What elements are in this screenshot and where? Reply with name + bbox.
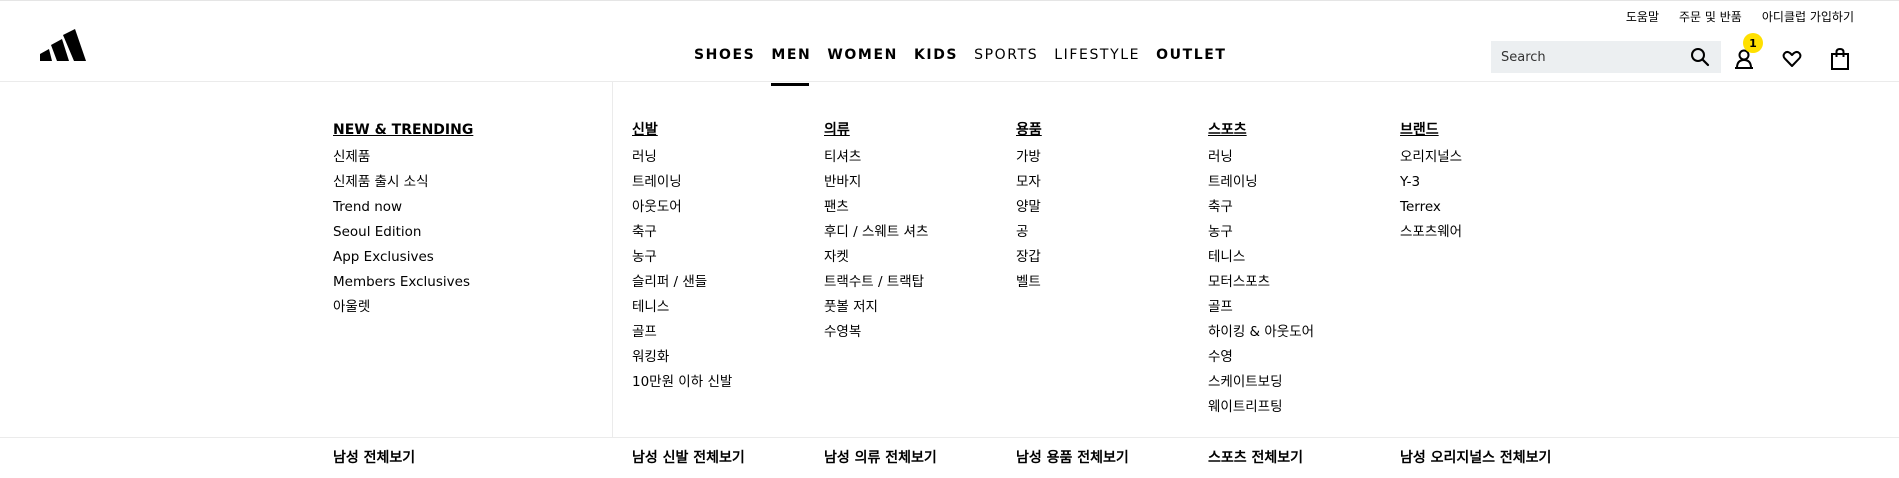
menu-link[interactable]: 트랙수트 / 트랙탑 (824, 270, 928, 295)
menu-link[interactable]: 신제품 출시 소식 (333, 170, 473, 195)
adidas-logo[interactable] (40, 23, 100, 61)
adidas-logo-icon (40, 29, 86, 61)
menu-link[interactable]: 테니스 (1208, 245, 1314, 270)
nav-men[interactable]: MEN (771, 47, 811, 86)
nav-shoes[interactable]: SHOES (694, 47, 755, 63)
account-badge: 1 (1743, 33, 1763, 53)
menu-column-apparel: 의류 티셔츠 반바지 팬츠 후디 / 스웨트 셔츠 자켓 트랙수트 / 트랙탑 … (824, 120, 928, 345)
help-link[interactable]: 도움말 (1626, 8, 1659, 25)
view-all-men-apparel-link[interactable]: 남성 의류 전체보기 (824, 447, 937, 467)
utility-links: 도움말 주문 및 반품 아디클럽 가입하기 (1626, 8, 1854, 25)
view-all-men-link[interactable]: 남성 전체보기 (333, 447, 415, 467)
menu-link[interactable]: 팬츠 (824, 195, 928, 220)
main-nav: SHOES MEN WOMEN KIDS SPORTS LIFESTYLE OU… (694, 47, 1227, 86)
menu-link[interactable]: 워킹화 (632, 345, 732, 370)
wishlist-icon[interactable] (1779, 46, 1805, 72)
menu-heading[interactable]: 의류 (824, 120, 928, 140)
menu-link[interactable]: 장갑 (1016, 245, 1042, 270)
menu-link[interactable]: 스케이트보딩 (1208, 370, 1314, 395)
menu-link[interactable]: 후디 / 스웨트 셔츠 (824, 220, 928, 245)
menu-link[interactable]: 티셔츠 (824, 145, 928, 170)
menu-column-accessories: 용품 가방 모자 양말 공 장갑 벨트 (1016, 120, 1042, 295)
menu-link[interactable]: 공 (1016, 220, 1042, 245)
menu-link[interactable]: Members Exclusives (333, 270, 473, 295)
menu-link[interactable]: 트레이닝 (1208, 170, 1314, 195)
menu-link[interactable]: 슬리퍼 / 샌들 (632, 270, 732, 295)
menu-link[interactable]: Trend now (333, 195, 473, 220)
top-border (0, 0, 1899, 1)
menu-heading[interactable]: 브랜드 (1400, 120, 1462, 140)
menu-column-sports: 스포츠 러닝 트레이닝 축구 농구 테니스 모터스포츠 골프 하이킹 & 아웃도… (1208, 120, 1314, 420)
menu-link[interactable]: 골프 (1208, 295, 1314, 320)
menu-link[interactable]: 트레이닝 (632, 170, 732, 195)
menu-link[interactable]: 자켓 (824, 245, 928, 270)
menu-bottom-divider (0, 437, 1899, 438)
menu-link[interactable]: 농구 (632, 245, 732, 270)
menu-link[interactable]: 테니스 (632, 295, 732, 320)
menu-link[interactable]: Seoul Edition (333, 220, 473, 245)
menu-link[interactable]: 수영복 (824, 320, 928, 345)
menu-link[interactable]: Terrex (1400, 195, 1462, 220)
menu-link[interactable]: Y-3 (1400, 170, 1462, 195)
search-bar (1491, 41, 1721, 73)
menu-link[interactable]: 아웃도어 (632, 195, 732, 220)
view-all-men-originals-link[interactable]: 남성 오리지널스 전체보기 (1400, 447, 1551, 467)
menu-link[interactable]: 하이킹 & 아웃도어 (1208, 320, 1314, 345)
nav-kids[interactable]: KIDS (914, 47, 958, 63)
menu-link[interactable]: 축구 (632, 220, 732, 245)
menu-link[interactable]: 가방 (1016, 145, 1042, 170)
nav-outlet[interactable]: OUTLET (1156, 47, 1226, 63)
menu-link[interactable]: 양말 (1016, 195, 1042, 220)
header-divider (0, 81, 1899, 82)
menu-link[interactable]: 풋볼 저지 (824, 295, 928, 320)
menu-link[interactable]: 모자 (1016, 170, 1042, 195)
menu-link[interactable]: 오리지널스 (1400, 145, 1462, 170)
menu-column-new-trending: NEW & TRENDING 신제품 신제품 출시 소식 Trend now S… (333, 120, 473, 320)
menu-link[interactable]: 모터스포츠 (1208, 270, 1314, 295)
shopping-bag-icon[interactable] (1827, 46, 1853, 72)
adiclub-join-link[interactable]: 아디클럽 가입하기 (1762, 8, 1854, 25)
menu-link[interactable]: 수영 (1208, 345, 1314, 370)
menu-link[interactable]: 축구 (1208, 195, 1314, 220)
menu-link[interactable]: 농구 (1208, 220, 1314, 245)
menu-link[interactable]: 아울렛 (333, 295, 473, 320)
menu-link[interactable]: 러닝 (632, 145, 732, 170)
menu-link[interactable]: 10만원 이하 신발 (632, 370, 732, 395)
menu-heading[interactable]: 신발 (632, 120, 732, 140)
menu-link[interactable]: 스포츠웨어 (1400, 220, 1462, 245)
nav-lifestyle[interactable]: LIFESTYLE (1054, 47, 1140, 63)
nav-women[interactable]: WOMEN (827, 47, 898, 63)
menu-link[interactable]: App Exclusives (333, 245, 473, 270)
nav-sports[interactable]: SPORTS (974, 47, 1038, 63)
view-all-sports-link[interactable]: 스포츠 전체보기 (1208, 447, 1303, 467)
view-all-men-shoes-link[interactable]: 남성 신발 전체보기 (632, 447, 745, 467)
menu-column-brands: 브랜드 오리지널스 Y-3 Terrex 스포츠웨어 (1400, 120, 1462, 245)
menu-link[interactable]: 신제품 (333, 145, 473, 170)
orders-returns-link[interactable]: 주문 및 반품 (1679, 8, 1742, 25)
search-input[interactable] (1501, 49, 1689, 65)
menu-link[interactable]: 웨이트리프팅 (1208, 395, 1314, 420)
menu-link[interactable]: 러닝 (1208, 145, 1314, 170)
menu-link[interactable]: 골프 (632, 320, 732, 345)
menu-column-shoes: 신발 러닝 트레이닝 아웃도어 축구 농구 슬리퍼 / 샌들 테니스 골프 워킹… (632, 120, 732, 395)
menu-link[interactable]: 반바지 (824, 170, 928, 195)
menu-link[interactable]: 벨트 (1016, 270, 1042, 295)
menu-vertical-divider (612, 82, 613, 437)
menu-heading[interactable]: NEW & TRENDING (333, 120, 473, 140)
menu-heading[interactable]: 용품 (1016, 120, 1042, 140)
search-icon[interactable] (1689, 46, 1711, 68)
view-all-men-accessories-link[interactable]: 남성 용품 전체보기 (1016, 447, 1129, 467)
menu-heading[interactable]: 스포츠 (1208, 120, 1314, 140)
